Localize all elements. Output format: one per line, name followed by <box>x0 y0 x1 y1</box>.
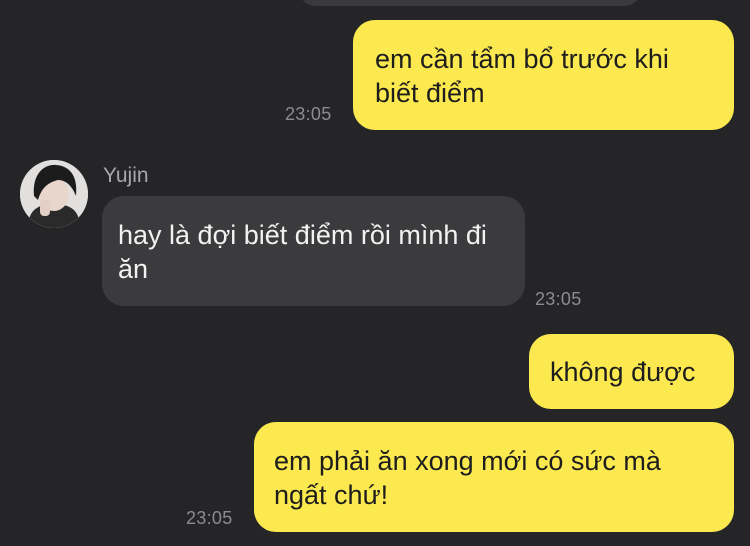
message-text: em phải ăn xong mới có sức mà ngất chứ! <box>274 446 661 510</box>
outgoing-message-bubble[interactable]: em cần tẩm bổ trước khi biết điểm <box>353 20 734 130</box>
sender-name: Yujin <box>103 164 149 187</box>
avatar-photo-icon <box>20 160 88 228</box>
message-text: em cần tẩm bổ trước khi biết điểm <box>375 44 669 108</box>
incoming-message-bubble[interactable]: hay là đợi biết điểm rồi mình đi ăn <box>102 196 525 306</box>
message-timestamp: 23:05 <box>285 104 332 124</box>
previous-message-bubble[interactable] <box>298 0 642 6</box>
message-text: không được <box>550 357 696 387</box>
chat-message-list[interactable]: em cần tẩm bổ trước khi biết điểm 23:05 … <box>0 0 750 546</box>
message-timestamp: 23:05 <box>535 289 582 309</box>
outgoing-message-bubble[interactable]: không được <box>529 334 734 409</box>
outgoing-message-bubble[interactable]: em phải ăn xong mới có sức mà ngất chứ! <box>254 422 734 532</box>
sender-avatar[interactable] <box>20 160 88 228</box>
message-timestamp: 23:05 <box>186 508 233 528</box>
message-text: hay là đợi biết điểm rồi mình đi ăn <box>118 220 487 284</box>
